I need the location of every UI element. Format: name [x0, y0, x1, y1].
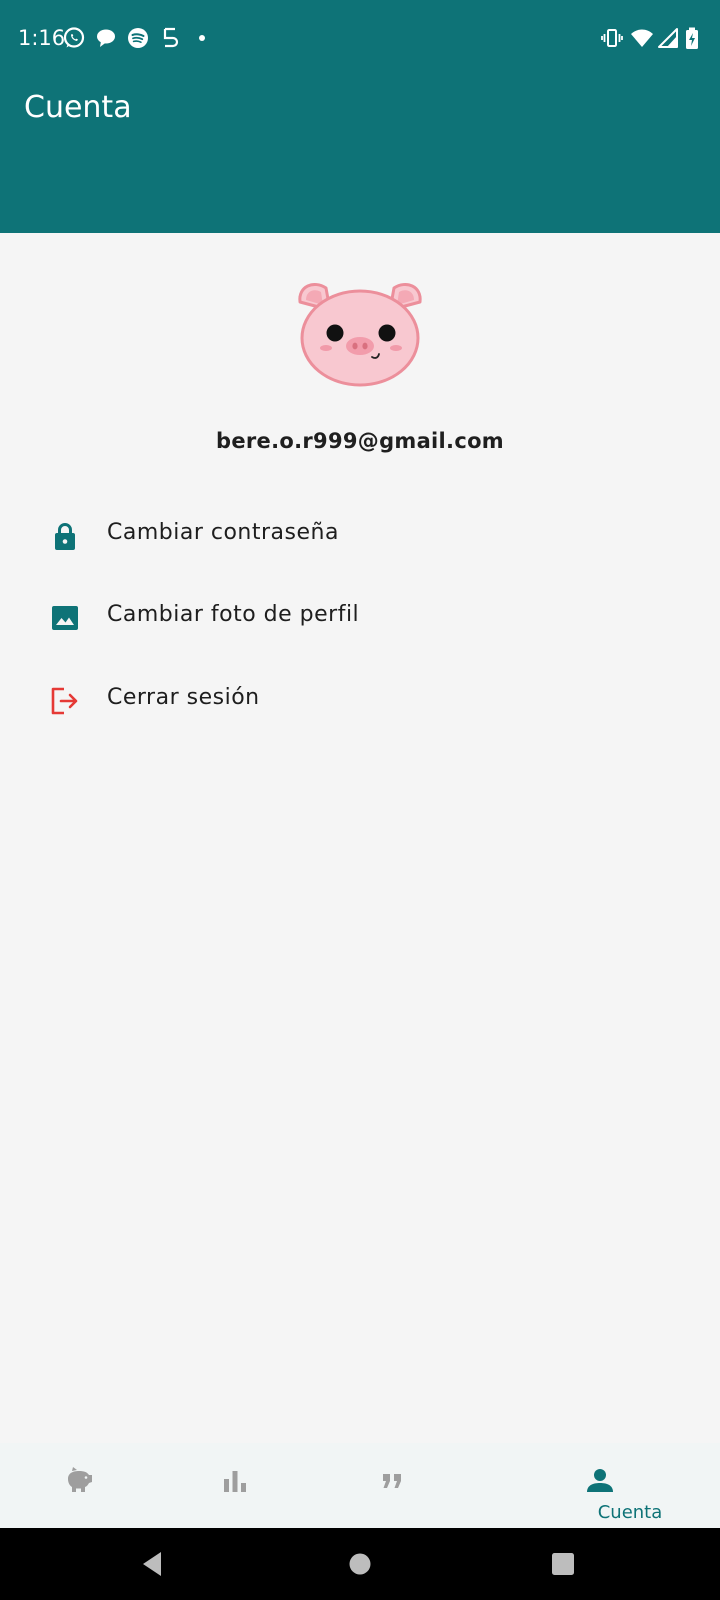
- user-email: bere.o.r999@gmail.com: [216, 429, 504, 453]
- bar-chart-icon: [224, 1471, 246, 1492]
- pig-face-icon[interactable]: [290, 280, 430, 390]
- piggy-bank-icon: [68, 1467, 92, 1492]
- status-bar: 1:16: [0, 0, 720, 78]
- chat-bubble-icon: [97, 29, 115, 47]
- app-bar: 1:16 Cuenta: [0, 0, 720, 233]
- spotify-icon: [128, 28, 148, 48]
- whatsapp-icon: [63, 27, 85, 48]
- change-password-item[interactable]: Cambiar contraseña: [0, 495, 720, 575]
- back-icon[interactable]: [137, 1548, 169, 1580]
- logout-item[interactable]: Cerrar sesión: [0, 660, 720, 740]
- change-photo-item[interactable]: Cambiar foto de perfil: [0, 577, 720, 657]
- dot-icon: [199, 35, 205, 41]
- page-title: Cuenta: [24, 90, 132, 125]
- home-icon[interactable]: [344, 1548, 376, 1580]
- vibrate-icon: [601, 29, 623, 47]
- recents-icon[interactable]: [547, 1548, 579, 1580]
- nav-tab-account[interactable]: Cuenta: [540, 1443, 720, 1528]
- nav-tab-account-label: Cuenta: [597, 1502, 663, 1523]
- status-time: 1:16: [18, 26, 66, 50]
- wifi-icon: [631, 29, 653, 47]
- nav-tab-stats[interactable]: [180, 1443, 360, 1528]
- signal-icon: [658, 28, 678, 48]
- battery-charging-icon: [686, 27, 698, 49]
- image-icon: [52, 606, 78, 630]
- nav-tab-savings[interactable]: [0, 1443, 180, 1528]
- nav-tab-quotes[interactable]: [360, 1443, 540, 1528]
- bottom-navigation: Cuenta: [0, 1443, 720, 1528]
- lock-icon: [55, 523, 75, 550]
- logout-icon: [51, 687, 78, 715]
- s-app-icon: [163, 27, 179, 48]
- person-icon: [587, 1469, 613, 1492]
- account-content: bere.o.r999@gmail.com Cambiar contraseña…: [0, 233, 720, 1443]
- system-navigation-bar: [0, 1528, 720, 1600]
- quote-icon: [383, 1474, 401, 1488]
- change-password-label: Cambiar contraseña: [107, 520, 339, 545]
- logout-label: Cerrar sesión: [107, 685, 260, 710]
- change-photo-label: Cambiar foto de perfil: [107, 602, 360, 627]
